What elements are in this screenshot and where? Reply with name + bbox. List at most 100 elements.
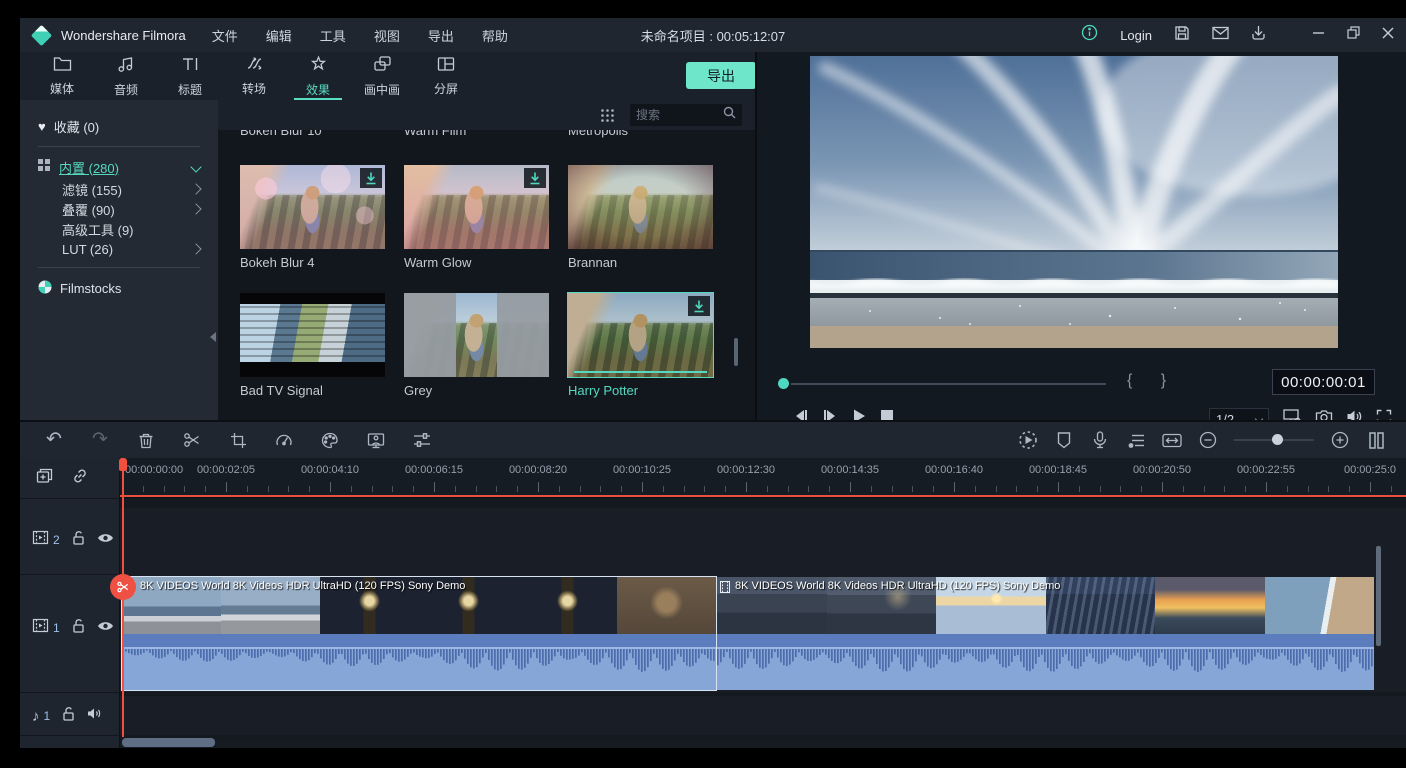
download-icon xyxy=(688,296,710,316)
split-screen-icon xyxy=(437,56,455,77)
timeline-ruler[interactable]: 00:00:00:0000:00:02:0500:00:04:1000:00:0… xyxy=(120,458,1406,498)
sidebar-item-filters[interactable]: 滤镜 (155) xyxy=(20,179,218,199)
mail-icon[interactable] xyxy=(1212,26,1229,45)
sidebar-item-overlays[interactable]: 叠覆 (90) xyxy=(20,199,218,219)
menu-edit[interactable]: 编辑 xyxy=(266,26,292,45)
video-track-icon xyxy=(32,618,49,638)
tab-splitscreen[interactable]: 分屏 xyxy=(414,52,478,100)
eye-icon[interactable] xyxy=(97,619,114,637)
sidebar-item-favorites[interactable]: ♥ 收藏 (0) xyxy=(20,114,218,138)
preview-scrubber-track[interactable] xyxy=(791,383,1106,385)
marker-shield-button[interactable] xyxy=(1054,430,1074,450)
split-scissors-button[interactable] xyxy=(182,430,202,450)
tab-titles[interactable]: 标题 xyxy=(158,52,222,100)
crop-button[interactable] xyxy=(228,430,248,450)
color-palette-button[interactable] xyxy=(320,430,340,450)
panel-layout-button[interactable] xyxy=(1366,430,1386,450)
audio-mixer-button[interactable] xyxy=(1126,430,1146,450)
clip-label: 8K VIDEOS World 8K Videos HDR UltraHD (1… xyxy=(140,580,465,592)
filmstocks-icon xyxy=(38,280,52,297)
clip-frame-thumbnail xyxy=(1155,577,1265,634)
ruler-timestamp: 00:00:06:15 xyxy=(389,464,479,476)
video-track-icon xyxy=(32,530,49,550)
ruler-timestamp: 00:00:18:45 xyxy=(1013,464,1103,476)
speaker-icon[interactable] xyxy=(87,707,103,725)
eye-icon[interactable] xyxy=(97,531,114,549)
lock-icon[interactable] xyxy=(72,530,85,550)
playhead-handle[interactable] xyxy=(119,458,127,471)
title-text-icon xyxy=(181,55,199,78)
lock-icon[interactable] xyxy=(72,618,85,638)
minimize-button[interactable] xyxy=(1312,26,1325,44)
tab-effects[interactable]: 效果 xyxy=(286,52,350,100)
video-track-2-lane[interactable] xyxy=(120,508,1406,574)
link-icon[interactable] xyxy=(71,467,89,490)
effect-card-bokeh-blur-4[interactable]: Bokeh Blur 4 xyxy=(240,165,385,270)
sidebar-collapse-handle[interactable] xyxy=(210,332,216,342)
speed-button[interactable] xyxy=(274,430,294,450)
clip-frame-thumbnail xyxy=(617,577,716,634)
mark-in-out[interactable]: { } xyxy=(1127,372,1178,390)
ribbon: 媒体 音频 标题 转场 效果 画中画 xyxy=(20,52,755,100)
menu-view[interactable]: 视图 xyxy=(374,26,400,45)
app-window: Wondershare Filmora 文件 编辑 工具 视图 导出 帮助 未命… xyxy=(20,18,1406,748)
green-screen-button[interactable] xyxy=(366,430,386,450)
effect-card-harry-potter[interactable]: Harry Potter xyxy=(568,293,713,398)
ruler-scale: 00:00:00:0000:00:02:0500:00:04:1000:00:0… xyxy=(120,458,1406,497)
menu-file[interactable]: 文件 xyxy=(212,26,238,45)
save-icon[interactable] xyxy=(1174,25,1190,46)
timeline-zoom-slider[interactable] xyxy=(1234,430,1314,450)
sidebar-item-filmstocks[interactable]: Filmstocks xyxy=(20,276,218,300)
undo-button[interactable]: ↶ xyxy=(44,430,64,450)
timeline-clip-1[interactable]: 8K VIDEOS World 8K Videos HDR UltraHD (1… xyxy=(122,577,716,690)
render-preview-button[interactable] xyxy=(1018,430,1038,450)
playhead-scissors-icon[interactable] xyxy=(110,574,136,600)
adjust-sliders-button[interactable] xyxy=(412,430,432,450)
search-input[interactable] xyxy=(636,108,723,122)
timeline-horizontal-scrollbar[interactable] xyxy=(122,738,215,747)
sidebar-item-advanced-tools[interactable]: 高级工具 (9) xyxy=(20,219,218,239)
record-voiceover-button[interactable] xyxy=(1090,430,1110,450)
zoom-in-button[interactable] xyxy=(1330,430,1350,450)
audio-track-1-lane[interactable] xyxy=(120,696,1406,735)
effect-card-grey[interactable]: Grey xyxy=(404,293,549,398)
tab-transitions[interactable]: 转场 xyxy=(222,52,286,100)
timeline-toolbar: ↶ ↷ xyxy=(20,420,1406,458)
info-icon[interactable] xyxy=(1081,24,1098,46)
sidebar-item-lut[interactable]: LUT (26) xyxy=(20,239,218,259)
login-button[interactable]: Login xyxy=(1120,28,1152,43)
track-header-video-2: 2 xyxy=(20,526,120,554)
close-button[interactable] xyxy=(1382,26,1394,44)
delete-button[interactable] xyxy=(136,430,156,450)
restore-button[interactable] xyxy=(1347,26,1360,44)
zoom-to-fit-button[interactable] xyxy=(1162,430,1182,450)
tab-pip[interactable]: 画中画 xyxy=(350,52,414,100)
timeline-clip-2[interactable]: 8K VIDEOS World 8K Videos HDR UltraHD (1… xyxy=(717,577,1374,690)
download-update-icon[interactable] xyxy=(1251,25,1266,46)
sidebar-item-builtin[interactable]: 内置 (280) xyxy=(20,155,218,179)
zoom-out-button[interactable] xyxy=(1198,430,1218,450)
export-button[interactable]: 导出 xyxy=(686,62,756,89)
preview-timecode: 00:00:00:01 xyxy=(1272,369,1375,395)
app-name: Wondershare Filmora xyxy=(61,28,186,43)
timeline-hscroll-track[interactable] xyxy=(120,737,1406,748)
menu-tools[interactable]: 工具 xyxy=(320,26,346,45)
menu-help[interactable]: 帮助 xyxy=(482,26,508,45)
preview-scrubber-handle[interactable] xyxy=(778,378,789,389)
tab-audio[interactable]: 音频 xyxy=(94,52,158,100)
timeline-vertical-scrollbar[interactable] xyxy=(1376,546,1381,646)
menu-export[interactable]: 导出 xyxy=(428,26,454,45)
effect-card-warm-glow[interactable]: Warm Glow xyxy=(404,165,549,270)
effect-card-brannan[interactable]: Brannan xyxy=(568,165,713,270)
search-icon[interactable] xyxy=(723,106,736,124)
redo-button[interactable]: ↷ xyxy=(90,430,110,450)
effects-scrollbar[interactable] xyxy=(734,338,738,366)
effect-card-bad-tv-signal[interactable]: Bad TV Signal xyxy=(240,293,385,398)
lock-icon[interactable] xyxy=(62,706,75,726)
effects-row-partial: Bokeh Blur 10 Warm Film Metropolis xyxy=(218,130,755,142)
preview-video-frame[interactable] xyxy=(810,56,1338,348)
tab-media[interactable]: 媒体 xyxy=(30,52,94,100)
slider-knob[interactable] xyxy=(1272,434,1283,445)
grid-view-icon[interactable] xyxy=(600,108,615,128)
manage-tracks-icon[interactable] xyxy=(36,467,55,489)
